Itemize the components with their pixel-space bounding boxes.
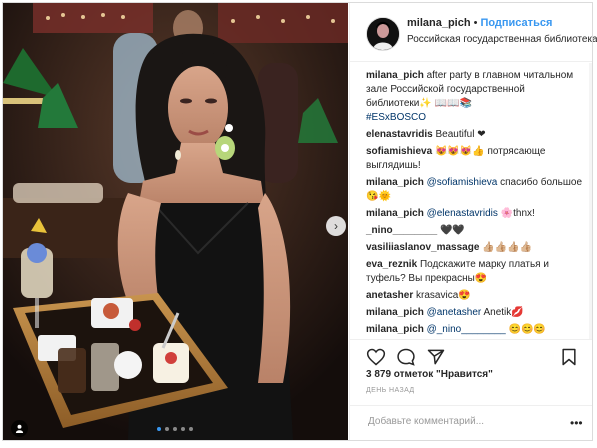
slide-dot <box>165 427 169 431</box>
comments-scrollbar[interactable] <box>588 63 593 339</box>
slide-dot <box>157 427 161 431</box>
comment-username[interactable]: milana_pich <box>366 324 424 335</box>
comment-username[interactable]: elenastavridis <box>366 129 433 140</box>
header-separator: • <box>473 17 478 29</box>
comment-username[interactable]: milana_pich <box>366 177 424 188</box>
comment-username[interactable]: anetasher <box>366 290 413 301</box>
heart-icon[interactable] <box>366 347 386 367</box>
comment-item: milana_pich @_nino________ 😊😊😊 <box>366 323 588 337</box>
user-tag-button[interactable] <box>11 420 28 437</box>
comment-mention[interactable]: @sofiamishieva <box>427 177 498 188</box>
post-header: milana_pich • Подписаться Российская госуд… <box>350 3 597 62</box>
comment-text: Beautiful ❤ <box>435 129 486 140</box>
comment-item: elenastavridis Beautiful ❤ <box>366 128 588 142</box>
follow-button[interactable]: Подписаться <box>480 17 552 29</box>
comment-text: 👍🏼👍🏼👍🏼👍🏼 <box>482 242 533 253</box>
comment-username[interactable]: _nino________ <box>366 225 437 236</box>
comment-text: 😊😊😊 <box>508 324 546 335</box>
chevron-right-icon: › <box>334 219 338 233</box>
slide-dot <box>189 427 193 431</box>
comment-item: anetasher krasavica😍 <box>366 289 588 303</box>
comment-item: milana_pich @elenastavridis 🌸thnx! <box>366 207 588 221</box>
comment-mention[interactable]: @_nino________ <box>427 324 506 335</box>
comment-username[interactable]: sofiamishieva <box>366 146 432 157</box>
caption-hashtag[interactable]: #ESxBOSCO <box>366 112 426 123</box>
likes-count[interactable]: 3 879 отметок "Нравится" <box>366 369 493 380</box>
comments-list: milana_pich after party в главном читаль… <box>366 69 588 340</box>
share-icon[interactable] <box>426 347 446 367</box>
post-modal: › milana_pich • Подписаться Российская г… <box>0 0 597 448</box>
avatar-image <box>367 18 399 50</box>
photo-illustration <box>3 3 348 440</box>
slide-dot <box>173 427 177 431</box>
add-comment-bar: ••• <box>350 405 593 441</box>
comment-username[interactable]: eva_reznik <box>366 259 417 270</box>
more-options-button[interactable]: ••• <box>570 416 583 430</box>
post-sidebar: milana_pich • Подписаться Российская госуд… <box>349 3 597 441</box>
header-username[interactable]: milana_pich <box>407 17 471 29</box>
slide-dot <box>181 427 185 431</box>
caption-username[interactable]: milana_pich <box>366 70 424 81</box>
caption-emoji: 📖📖📚 <box>434 98 472 109</box>
slide-indicator <box>157 427 193 431</box>
comment-mention[interactable]: @elenastavridis <box>427 208 498 219</box>
next-slide-button[interactable]: › <box>326 216 346 236</box>
comment-text: 🌸thnx! <box>500 208 535 219</box>
comment-input[interactable] <box>366 415 570 428</box>
comment-item: sofiamishieva 😻😻😻👍 потрясающе выглядишь! <box>366 145 588 173</box>
post-time[interactable]: ДЕНЬ НАЗАД <box>366 387 415 394</box>
comment-username[interactable]: milana_pich <box>366 307 424 318</box>
avatar[interactable] <box>366 17 400 51</box>
comment-item: milana_pich @anetasher Anetik💋 <box>366 306 588 320</box>
caption: milana_pich after party в главном читаль… <box>366 69 588 125</box>
comment-icon[interactable] <box>396 347 416 367</box>
comment-item: _nino________ 🖤🖤 <box>366 224 588 238</box>
scrollbar-track <box>589 63 592 339</box>
user-tag-icon <box>15 424 24 433</box>
comment-item: milana_pich @sofiamishieva спасибо больш… <box>366 176 588 204</box>
comment-mention[interactable]: @anetasher <box>427 307 482 318</box>
post-photo[interactable]: › <box>3 3 348 440</box>
comment-item: eva_reznik Подскажите марку платья и туф… <box>366 258 588 286</box>
bookmark-icon[interactable] <box>559 347 579 367</box>
location-link[interactable]: Российская государственная библиотека <box>407 34 597 45</box>
comment-text: Anetik💋 <box>483 307 524 318</box>
comment-item: vasiliiaslanov_massage 👍🏼👍🏼👍🏼👍🏼 <box>366 241 588 255</box>
comment-username[interactable]: milana_pich <box>366 208 424 219</box>
action-bar <box>350 339 593 370</box>
comment-text: 🖤🖤 <box>439 225 465 236</box>
comment-text: krasavica😍 <box>416 290 471 301</box>
header-line: milana_pich • Подписаться <box>407 17 552 29</box>
comment-username[interactable]: vasiliiaslanov_massage <box>366 242 479 253</box>
